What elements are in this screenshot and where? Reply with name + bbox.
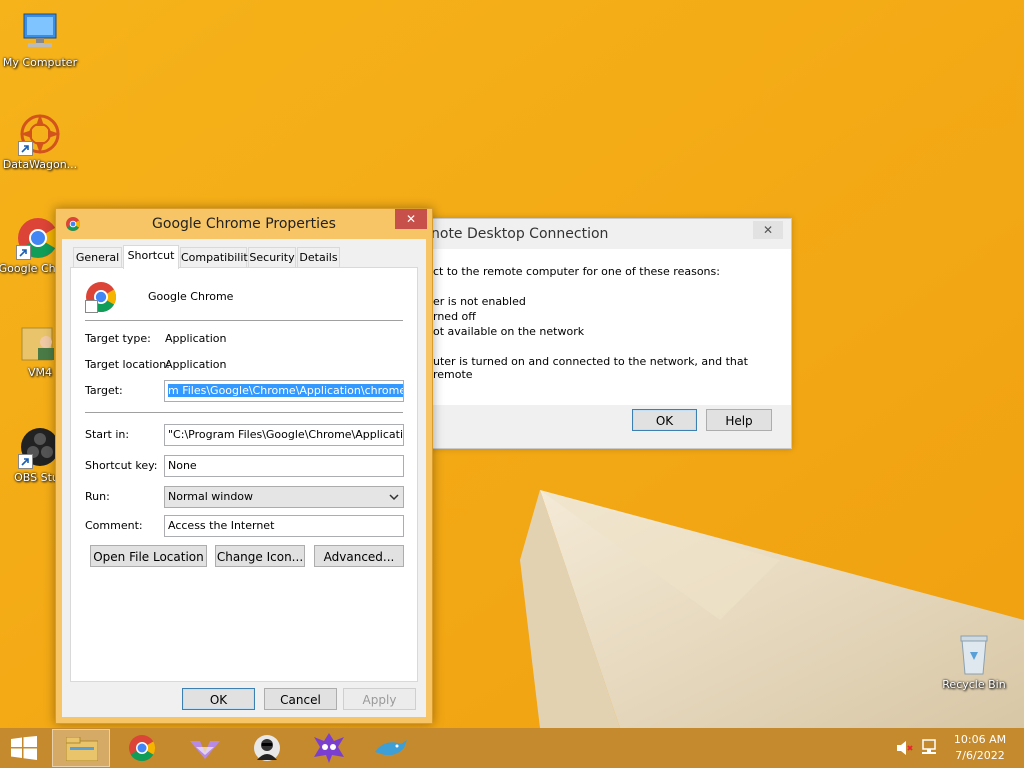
run-select[interactable]: Normal window [164,486,404,508]
chevron-down-icon [389,487,399,507]
desktop-icon-label: My Computer [2,56,78,69]
comment-label: Comment: [85,519,143,532]
target-label: Target: [85,384,123,397]
comment-field[interactable]: Access the Internet [164,515,404,537]
properties-tab-strip: General Shortcut Compatibility Security … [69,245,419,269]
properties-close-button[interactable]: ✕ [395,209,427,229]
app-name: Google Chrome [148,290,234,303]
agent-app-icon [253,734,281,765]
tab-details[interactable]: Details [297,247,340,267]
rdc-body: ct to the remote computer for one of the… [421,249,791,405]
rdc-message-line: ct to the remote computer for one of the… [433,265,720,278]
vee-app-icon [190,737,220,762]
chrome-icon [16,216,60,260]
shortcut-tab-panel: Google Chrome Target type: Application T… [70,267,418,682]
target-type-value: Application [165,332,227,345]
properties-titlebar[interactable]: Google Chrome Properties ✕ [56,209,432,239]
rdc-message-line: er is not enabled [433,295,526,308]
properties-content: General Shortcut Compatibility Security … [62,239,426,717]
shortcut-arrow-icon [16,245,31,260]
start-in-label: Start in: [85,428,130,441]
tab-compatibility[interactable]: Compatibility [180,247,254,267]
chrome-icon [128,734,156,765]
rdc-message-line: rned off [433,310,476,323]
run-label: Run: [85,490,110,503]
start-button[interactable] [0,728,48,768]
taskbar-app-6[interactable] [362,729,420,767]
run-select-value: Normal window [168,490,254,503]
tab-general[interactable]: General [73,247,122,267]
rdc-message-line: ot available on the network [433,325,585,338]
target-type-label: Target type: [85,332,151,345]
computer-icon [18,10,62,54]
shortcut-arrow-icon [85,300,98,313]
windows-logo-icon [11,736,37,763]
taskbar-file-explorer[interactable] [52,729,110,767]
rdc-title: note Desktop Connection [431,226,609,242]
taskbar-app-4[interactable] [238,729,296,767]
datawagon-icon [18,112,62,156]
desktop-icon-label: DataWagon... [2,158,78,171]
properties-ok-button[interactable]: OK [182,688,255,710]
divider [85,412,403,413]
properties-cancel-button[interactable]: Cancel [264,688,337,710]
taskbar-app-3[interactable] [176,729,234,767]
shortcut-key-field[interactable]: None [164,455,404,477]
desktop-icon-recycle-bin[interactable]: Recycle Bin [934,632,1014,691]
desktop-icon-label: Recycle Bin [942,678,1006,691]
desktop-icon-datawagon[interactable]: DataWagon... [0,112,80,171]
shortcut-arrow-icon [18,454,33,469]
advanced-button[interactable]: Advanced... [314,545,404,567]
desktop-icon-my-computer[interactable]: My Computer [0,10,80,69]
monster-app-icon [314,733,344,766]
clock-date: 7/6/2022 [955,749,1005,762]
taskbar-chrome[interactable] [114,729,172,767]
shortcut-arrow-icon [18,141,33,156]
volume-muted-icon[interactable] [896,740,914,759]
clock-time: 10:06 AM [953,733,1007,746]
shortcut-key-label: Shortcut key: [85,459,158,472]
file-explorer-icon [65,736,99,764]
taskbar-app-5[interactable] [300,729,358,767]
target-field[interactable]: m Files\Google\Chrome\Application\chrome… [164,380,404,402]
tab-shortcut[interactable]: Shortcut [123,245,179,269]
taskbar: 10:06 AM 7/6/2022 [0,728,1024,768]
divider [85,320,403,321]
target-location-label: Target location: [85,358,170,371]
clock[interactable]: 10:06 AM 7/6/2022 [944,732,1016,764]
change-icon-button[interactable]: Change Icon... [215,545,305,567]
rdc-message-line: uter is turned on and connected to the n… [433,355,748,381]
target-location-value: Application [165,358,227,371]
rdc-ok-button[interactable]: OK [632,409,697,431]
remote-desktop-dialog[interactable]: note Desktop Connection ✕ ct to the remo… [420,218,792,449]
tab-security[interactable]: Security [248,247,296,267]
rdc-titlebar[interactable]: note Desktop Connection ✕ [421,219,791,249]
chrome-app-icon [85,281,117,313]
target-field-selected-text: m Files\Google\Chrome\Application\chrome… [168,384,403,397]
start-in-field[interactable]: "C:\Program Files\Google\Chrome\Applicat… [164,424,404,446]
rdc-close-button[interactable]: ✕ [753,221,783,239]
properties-apply-button[interactable]: Apply [343,688,416,710]
network-icon[interactable] [920,739,938,760]
chrome-properties-dialog[interactable]: Google Chrome Properties ✕ General Short… [55,208,433,724]
recycle-bin-icon [952,632,996,676]
rdc-help-button[interactable]: Help [706,409,772,431]
open-file-location-button[interactable]: Open File Location [90,545,207,567]
close-icon: ✕ [405,212,417,226]
dolphin-app-icon [375,738,407,761]
properties-title: Google Chrome Properties [152,216,336,232]
close-icon: ✕ [762,223,774,237]
